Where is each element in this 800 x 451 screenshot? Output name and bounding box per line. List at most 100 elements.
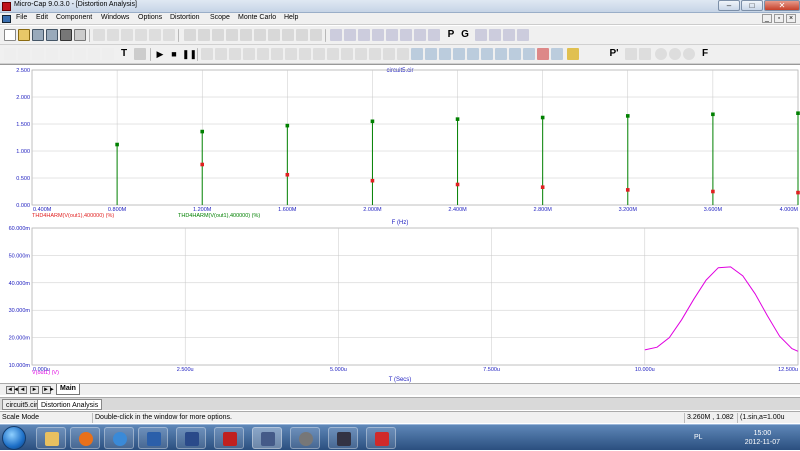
capacitor-icon[interactable]: [226, 29, 238, 41]
pin-markers-icon[interactable]: [372, 29, 384, 41]
zoom-area-icon[interactable]: [683, 48, 695, 60]
label-icon[interactable]: [397, 48, 409, 60]
undo-icon[interactable]: [93, 29, 105, 41]
menu-edit[interactable]: Edit: [36, 14, 48, 21]
app-icon[interactable]: [2, 2, 11, 11]
component-tool-icon[interactable]: [184, 29, 196, 41]
menu-file[interactable]: File: [16, 14, 27, 21]
animate-icon[interactable]: [551, 48, 563, 60]
diode-icon[interactable]: [254, 29, 266, 41]
fft-icon[interactable]: [639, 48, 651, 60]
opamp-icon[interactable]: [310, 29, 322, 41]
word-taskbar-button[interactable]: [138, 427, 168, 449]
menu-help[interactable]: Help: [284, 14, 298, 21]
last-page-button[interactable]: ►►: [42, 386, 55, 394]
p-prime-button[interactable]: P': [608, 48, 620, 60]
pause-icon[interactable]: ❚❚: [182, 48, 197, 60]
doc-tab-circuit[interactable]: circuit5.cir: [2, 399, 42, 410]
peak-icon[interactable]: [411, 48, 423, 60]
vertical-tag-icon[interactable]: [257, 48, 269, 60]
data-points-icon[interactable]: [327, 48, 339, 60]
resistor-icon[interactable]: [212, 29, 224, 41]
menu-scope[interactable]: Scope: [210, 14, 230, 21]
delete-icon[interactable]: [163, 29, 175, 41]
firefox-taskbar-button[interactable]: [70, 427, 100, 449]
title-block-icon[interactable]: [428, 29, 440, 41]
document-icon[interactable]: [2, 15, 11, 23]
run-icon[interactable]: ▶: [154, 48, 166, 60]
chrome-taskbar-button[interactable]: [104, 427, 134, 449]
tile-icon[interactable]: [285, 48, 297, 60]
save-all-icon[interactable]: [46, 29, 58, 41]
graphics-icon[interactable]: [32, 48, 44, 60]
virtualbox-taskbar-button[interactable]: [328, 427, 358, 449]
ellipse-icon[interactable]: [88, 48, 100, 60]
global-low-icon[interactable]: [495, 48, 507, 60]
attribute-text-icon[interactable]: [358, 29, 370, 41]
select-arrow-icon[interactable]: [4, 48, 16, 60]
print-preview-icon[interactable]: [74, 29, 86, 41]
new-file-icon[interactable]: [4, 29, 16, 41]
zoom-in-icon[interactable]: [655, 48, 667, 60]
language-indicator[interactable]: PL: [694, 434, 703, 441]
inductor-icon[interactable]: [240, 29, 252, 41]
grid-icon[interactable]: [330, 29, 342, 41]
save-icon[interactable]: [32, 29, 44, 41]
global-high-icon[interactable]: [481, 48, 493, 60]
node-numbers-icon[interactable]: [344, 29, 356, 41]
zoom-out-icon[interactable]: [669, 48, 681, 60]
media-taskbar-button[interactable]: [290, 427, 320, 449]
start-button[interactable]: [2, 426, 26, 450]
horizontal-tag-icon[interactable]: [243, 48, 255, 60]
pin-icon[interactable]: [537, 48, 549, 60]
high-icon[interactable]: [439, 48, 451, 60]
probe-g-button[interactable]: G: [459, 29, 471, 41]
cursor-icon[interactable]: [229, 48, 241, 60]
maximize-button[interactable]: □: [741, 0, 763, 11]
grid-snap-icon[interactable]: [386, 29, 398, 41]
menu-distortion[interactable]: Distortion: [170, 14, 200, 21]
prev-page-button[interactable]: ◄: [18, 386, 27, 394]
transistor-icon[interactable]: [296, 29, 308, 41]
menu-options[interactable]: Options: [138, 14, 162, 21]
next-page-button[interactable]: ►: [30, 386, 39, 394]
tile-horizontal-icon[interactable]: [299, 48, 311, 60]
battery-icon[interactable]: [268, 29, 280, 41]
info-icon[interactable]: [475, 29, 487, 41]
plot-svg[interactable]: circuit5.cir 2.500 2.000 1.500 1.000 0.500 0.…: [0, 65, 800, 383]
cut-icon[interactable]: [121, 29, 133, 41]
clock[interactable]: 15:00 2012-11-07: [745, 429, 780, 447]
menu-monte-carlo[interactable]: Monte Carlo: [238, 14, 276, 21]
slope-icon[interactable]: [215, 48, 227, 60]
microcap-taskbar-button[interactable]: [252, 427, 282, 449]
bottom-icon[interactable]: [523, 48, 535, 60]
border-icon[interactable]: [414, 29, 426, 41]
cross-hair-icon[interactable]: [400, 29, 412, 41]
text-tool-button[interactable]: T: [118, 48, 130, 60]
explorer-taskbar-button[interactable]: [36, 427, 66, 449]
ground-icon[interactable]: [198, 29, 210, 41]
point-tag-icon[interactable]: [271, 48, 283, 60]
func-icon[interactable]: [517, 29, 529, 41]
open-folder-icon[interactable]: [18, 29, 30, 41]
f-tool-button[interactable]: F: [699, 48, 711, 60]
mdi-minimize-button[interactable]: _: [762, 14, 772, 23]
first-page-button[interactable]: ◄◄: [6, 386, 19, 394]
arc-icon[interactable]: [102, 48, 114, 60]
source-icon[interactable]: [282, 29, 294, 41]
performance-icon[interactable]: [625, 48, 637, 60]
plus-mode-icon[interactable]: [369, 48, 381, 60]
scale-icon[interactable]: [201, 48, 213, 60]
plot-area[interactable]: circuit5.cir 2.500 2.000 1.500 1.000 0.500 0.…: [0, 64, 800, 383]
stepping-icon[interactable]: [567, 48, 579, 60]
tokens-icon[interactable]: [341, 48, 353, 60]
print-icon[interactable]: [60, 29, 72, 41]
low-icon[interactable]: [453, 48, 465, 60]
stop-icon[interactable]: ■: [168, 48, 180, 60]
help-icon[interactable]: [489, 29, 501, 41]
curve-icon[interactable]: [74, 48, 86, 60]
pdf-taskbar-button[interactable]: [366, 427, 396, 449]
valley-icon[interactable]: [425, 48, 437, 60]
line-icon[interactable]: [46, 48, 58, 60]
ruler-icon[interactable]: [355, 48, 367, 60]
